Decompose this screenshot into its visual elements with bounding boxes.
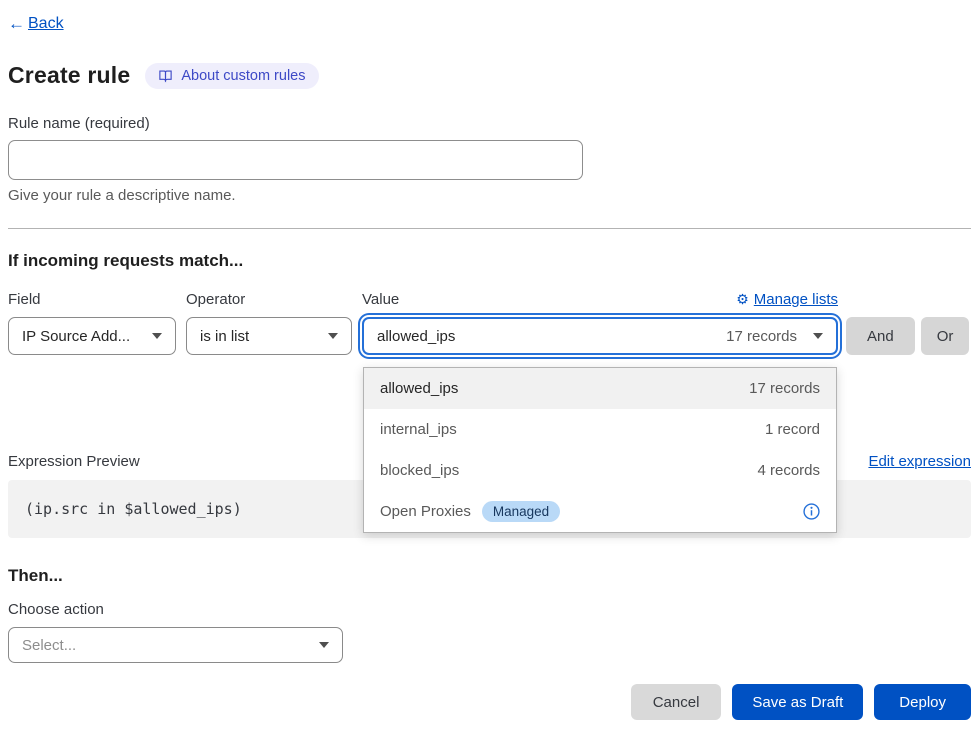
value-column: Value ⚙ Manage lists allowed_ips 17 reco… bbox=[362, 291, 838, 355]
page-title: Create rule bbox=[8, 62, 130, 89]
value-select[interactable]: allowed_ips 17 records bbox=[362, 317, 838, 355]
back-link-label: Back bbox=[28, 15, 64, 33]
field-select-value: IP Source Add... bbox=[22, 328, 130, 345]
deploy-button[interactable]: Deploy bbox=[874, 684, 971, 720]
create-rule-page: ←Back Create rule About custom rules Rul… bbox=[0, 0, 979, 720]
field-select[interactable]: IP Source Add... bbox=[8, 317, 176, 355]
back-link[interactable]: ←Back bbox=[8, 14, 64, 34]
list-record-count: 17 records bbox=[749, 380, 820, 397]
back-arrow-icon: ← bbox=[8, 14, 25, 34]
dropdown-item-allowed-ips[interactable]: allowed_ips 17 records bbox=[364, 368, 836, 409]
operator-column: Operator is in list bbox=[186, 291, 352, 355]
expression-code: (ip.src in $allowed_ips) bbox=[25, 500, 242, 518]
rule-name-helper: Give your rule a descriptive name. bbox=[8, 187, 971, 204]
operator-label: Operator bbox=[186, 291, 352, 308]
dropdown-item-internal-ips[interactable]: internal_ips 1 record bbox=[364, 409, 836, 450]
list-name: internal_ips bbox=[380, 421, 457, 438]
dropdown-item-blocked-ips[interactable]: blocked_ips 4 records bbox=[364, 450, 836, 491]
open-proxies-left: Open Proxies Managed bbox=[380, 501, 560, 522]
rule-name-label: Rule name (required) bbox=[8, 115, 971, 132]
list-record-count: 1 record bbox=[765, 421, 820, 438]
match-section-heading: If incoming requests match... bbox=[8, 251, 971, 271]
field-column: Field IP Source Add... bbox=[8, 291, 176, 355]
gear-icon: ⚙ bbox=[736, 291, 749, 308]
list-record-count: 4 records bbox=[757, 462, 820, 479]
value-select-right: 17 records bbox=[726, 328, 823, 345]
action-select-placeholder: Select... bbox=[22, 637, 76, 654]
operator-select-value: is in list bbox=[200, 328, 249, 345]
value-label-row: Value ⚙ Manage lists bbox=[362, 291, 838, 308]
about-custom-rules-label: About custom rules bbox=[181, 68, 305, 84]
field-label: Field bbox=[8, 291, 176, 308]
section-divider bbox=[8, 228, 971, 229]
list-name: allowed_ips bbox=[380, 380, 458, 397]
caret-down-icon bbox=[813, 333, 823, 339]
about-custom-rules-link[interactable]: About custom rules bbox=[145, 63, 318, 89]
choose-action-label: Choose action bbox=[8, 601, 971, 618]
then-section-heading: Then... bbox=[8, 566, 971, 586]
action-select[interactable]: Select... bbox=[8, 627, 343, 663]
or-button[interactable]: Or bbox=[921, 317, 970, 355]
footer-actions: Cancel Save as Draft Deploy bbox=[8, 684, 971, 720]
list-name: Open Proxies bbox=[380, 503, 471, 520]
value-label: Value bbox=[362, 291, 399, 308]
save-as-draft-button[interactable]: Save as Draft bbox=[732, 684, 863, 720]
caret-down-icon bbox=[152, 333, 162, 339]
rule-name-input[interactable] bbox=[8, 140, 583, 180]
operator-select[interactable]: is in list bbox=[186, 317, 352, 355]
edit-expression-link[interactable]: Edit expression bbox=[868, 453, 971, 470]
rule-name-block: Rule name (required) Give your rule a de… bbox=[8, 115, 971, 204]
value-select-selected: allowed_ips bbox=[377, 328, 455, 345]
title-row: Create rule About custom rules bbox=[8, 62, 971, 89]
managed-badge: Managed bbox=[482, 501, 560, 522]
info-icon[interactable] bbox=[803, 503, 820, 520]
manage-lists-link[interactable]: ⚙ Manage lists bbox=[736, 291, 838, 308]
list-name: blocked_ips bbox=[380, 462, 459, 479]
cancel-button[interactable]: Cancel bbox=[631, 684, 722, 720]
manage-lists-label: Manage lists bbox=[754, 291, 838, 308]
expression-preview-label: Expression Preview bbox=[8, 453, 140, 470]
book-icon bbox=[158, 68, 173, 83]
value-dropdown-panel: allowed_ips 17 records internal_ips 1 re… bbox=[363, 367, 837, 533]
match-expression-row: Field IP Source Add... Operator is in li… bbox=[8, 291, 971, 355]
and-button[interactable]: And bbox=[846, 317, 915, 355]
caret-down-icon bbox=[328, 333, 338, 339]
value-select-meta: 17 records bbox=[726, 328, 797, 345]
caret-down-icon bbox=[319, 642, 329, 648]
dropdown-item-open-proxies[interactable]: Open Proxies Managed bbox=[364, 491, 836, 532]
